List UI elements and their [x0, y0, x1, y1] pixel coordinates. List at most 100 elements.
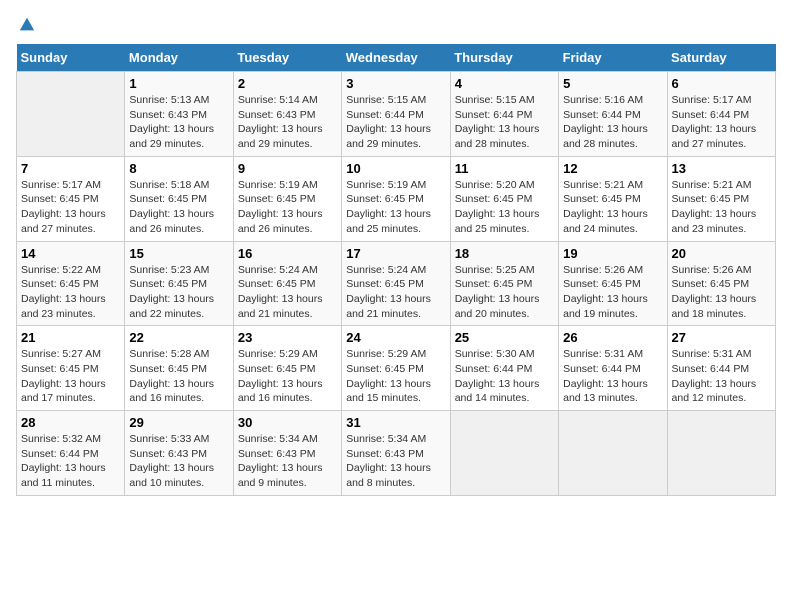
- day-cell: 30 Sunrise: 5:34 AMSunset: 6:43 PMDayligh…: [233, 411, 341, 496]
- day-info: Sunrise: 5:13 AMSunset: 6:43 PMDaylight:…: [129, 93, 228, 152]
- day-number: 10: [346, 161, 445, 176]
- day-info: Sunrise: 5:31 AMSunset: 6:44 PMDaylight:…: [672, 347, 771, 406]
- week-row-4: 21 Sunrise: 5:27 AMSunset: 6:45 PMDayligh…: [17, 326, 776, 411]
- day-cell: 1 Sunrise: 5:13 AMSunset: 6:43 PMDaylight…: [125, 72, 233, 157]
- day-number: 18: [455, 246, 554, 261]
- day-number: 12: [563, 161, 662, 176]
- day-cell: 23 Sunrise: 5:29 AMSunset: 6:45 PMDayligh…: [233, 326, 341, 411]
- day-info: Sunrise: 5:29 AMSunset: 6:45 PMDaylight:…: [238, 347, 337, 406]
- day-info: Sunrise: 5:27 AMSunset: 6:45 PMDaylight:…: [21, 347, 120, 406]
- day-number: 8: [129, 161, 228, 176]
- day-cell: 11 Sunrise: 5:20 AMSunset: 6:45 PMDayligh…: [450, 156, 558, 241]
- day-cell: 25 Sunrise: 5:30 AMSunset: 6:44 PMDayligh…: [450, 326, 558, 411]
- day-cell: [667, 411, 775, 496]
- day-info: Sunrise: 5:29 AMSunset: 6:45 PMDaylight:…: [346, 347, 445, 406]
- week-row-2: 7Sunrise: 5:17 AMSunset: 6:45 PMDaylight…: [17, 156, 776, 241]
- day-number: 11: [455, 161, 554, 176]
- day-cell: 2 Sunrise: 5:14 AMSunset: 6:43 PMDaylight…: [233, 72, 341, 157]
- day-cell: 31 Sunrise: 5:34 AMSunset: 6:43 PMDayligh…: [342, 411, 450, 496]
- day-info: Sunrise: 5:30 AMSunset: 6:44 PMDaylight:…: [455, 347, 554, 406]
- day-number: 21: [21, 330, 120, 345]
- day-cell: [450, 411, 558, 496]
- week-row-3: 14 Sunrise: 5:22 AMSunset: 6:45 PMDayligh…: [17, 241, 776, 326]
- day-cell: 13Sunrise: 5:21 AMSunset: 6:45 PMDayligh…: [667, 156, 775, 241]
- day-cell: 26 Sunrise: 5:31 AMSunset: 6:44 PMDayligh…: [559, 326, 667, 411]
- day-number: 3: [346, 76, 445, 91]
- page-header: [16, 16, 776, 34]
- day-cell: 28 Sunrise: 5:32 AMSunset: 6:44 PMDayligh…: [17, 411, 125, 496]
- day-info: Sunrise: 5:33 AMSunset: 6:43 PMDaylight:…: [129, 432, 228, 491]
- day-cell: 24 Sunrise: 5:29 AMSunset: 6:45 PMDayligh…: [342, 326, 450, 411]
- day-info: Sunrise: 5:15 AMSunset: 6:44 PMDaylight:…: [455, 93, 554, 152]
- day-cell: 20 Sunrise: 5:26 AMSunset: 6:45 PMDayligh…: [667, 241, 775, 326]
- day-number: 19: [563, 246, 662, 261]
- day-cell: 6 Sunrise: 5:17 AMSunset: 6:44 PMDaylight…: [667, 72, 775, 157]
- column-header-saturday: Saturday: [667, 44, 775, 72]
- day-cell: 7Sunrise: 5:17 AMSunset: 6:45 PMDaylight…: [17, 156, 125, 241]
- column-header-friday: Friday: [559, 44, 667, 72]
- day-info: Sunrise: 5:25 AMSunset: 6:45 PMDaylight:…: [455, 263, 554, 322]
- day-number: 15: [129, 246, 228, 261]
- day-info: Sunrise: 5:34 AMSunset: 6:43 PMDaylight:…: [238, 432, 337, 491]
- column-header-thursday: Thursday: [450, 44, 558, 72]
- day-cell: 29 Sunrise: 5:33 AMSunset: 6:43 PMDayligh…: [125, 411, 233, 496]
- day-number: 31: [346, 415, 445, 430]
- day-info: Sunrise: 5:31 AMSunset: 6:44 PMDaylight:…: [563, 347, 662, 406]
- day-cell: 19 Sunrise: 5:26 AMSunset: 6:45 PMDayligh…: [559, 241, 667, 326]
- day-info: Sunrise: 5:26 AMSunset: 6:45 PMDaylight:…: [672, 263, 771, 322]
- day-number: 9: [238, 161, 337, 176]
- day-number: 4: [455, 76, 554, 91]
- day-number: 17: [346, 246, 445, 261]
- day-number: 28: [21, 415, 120, 430]
- day-info: Sunrise: 5:19 AMSunset: 6:45 PMDaylight:…: [346, 178, 445, 237]
- day-cell: 15 Sunrise: 5:23 AMSunset: 6:45 PMDayligh…: [125, 241, 233, 326]
- day-cell: 12 Sunrise: 5:21 AMSunset: 6:45 PMDayligh…: [559, 156, 667, 241]
- day-info: Sunrise: 5:16 AMSunset: 6:44 PMDaylight:…: [563, 93, 662, 152]
- day-number: 23: [238, 330, 337, 345]
- day-number: 27: [672, 330, 771, 345]
- day-cell: [17, 72, 125, 157]
- day-number: 1: [129, 76, 228, 91]
- day-cell: 3 Sunrise: 5:15 AMSunset: 6:44 PMDaylight…: [342, 72, 450, 157]
- day-number: 24: [346, 330, 445, 345]
- day-info: Sunrise: 5:21 AMSunset: 6:45 PMDaylight:…: [563, 178, 662, 237]
- day-number: 25: [455, 330, 554, 345]
- day-info: Sunrise: 5:26 AMSunset: 6:45 PMDaylight:…: [563, 263, 662, 322]
- day-cell: 8 Sunrise: 5:18 AMSunset: 6:45 PMDaylight…: [125, 156, 233, 241]
- day-info: Sunrise: 5:21 AMSunset: 6:45 PMDaylight:…: [672, 178, 771, 237]
- day-cell: 9 Sunrise: 5:19 AMSunset: 6:45 PMDaylight…: [233, 156, 341, 241]
- logo: [16, 16, 40, 34]
- day-info: Sunrise: 5:22 AMSunset: 6:45 PMDaylight:…: [21, 263, 120, 322]
- day-info: Sunrise: 5:24 AMSunset: 6:45 PMDaylight:…: [346, 263, 445, 322]
- day-info: Sunrise: 5:32 AMSunset: 6:44 PMDaylight:…: [21, 432, 120, 491]
- column-header-wednesday: Wednesday: [342, 44, 450, 72]
- day-info: Sunrise: 5:18 AMSunset: 6:45 PMDaylight:…: [129, 178, 228, 237]
- day-cell: 27 Sunrise: 5:31 AMSunset: 6:44 PMDayligh…: [667, 326, 775, 411]
- day-number: 22: [129, 330, 228, 345]
- column-header-tuesday: Tuesday: [233, 44, 341, 72]
- day-info: Sunrise: 5:24 AMSunset: 6:45 PMDaylight:…: [238, 263, 337, 322]
- day-info: Sunrise: 5:23 AMSunset: 6:45 PMDaylight:…: [129, 263, 228, 322]
- day-number: 7: [21, 161, 120, 176]
- column-header-sunday: Sunday: [17, 44, 125, 72]
- day-number: 20: [672, 246, 771, 261]
- day-cell: 18 Sunrise: 5:25 AMSunset: 6:45 PMDayligh…: [450, 241, 558, 326]
- logo-icon: [18, 16, 36, 34]
- day-number: 30: [238, 415, 337, 430]
- day-number: 26: [563, 330, 662, 345]
- day-number: 16: [238, 246, 337, 261]
- day-cell: 4 Sunrise: 5:15 AMSunset: 6:44 PMDaylight…: [450, 72, 558, 157]
- day-info: Sunrise: 5:15 AMSunset: 6:44 PMDaylight:…: [346, 93, 445, 152]
- day-info: Sunrise: 5:19 AMSunset: 6:45 PMDaylight:…: [238, 178, 337, 237]
- day-number: 2: [238, 76, 337, 91]
- day-number: 29: [129, 415, 228, 430]
- day-cell: 16 Sunrise: 5:24 AMSunset: 6:45 PMDayligh…: [233, 241, 341, 326]
- day-info: Sunrise: 5:34 AMSunset: 6:43 PMDaylight:…: [346, 432, 445, 491]
- day-cell: 14 Sunrise: 5:22 AMSunset: 6:45 PMDayligh…: [17, 241, 125, 326]
- day-info: Sunrise: 5:20 AMSunset: 6:45 PMDaylight:…: [455, 178, 554, 237]
- day-number: 5: [563, 76, 662, 91]
- day-number: 6: [672, 76, 771, 91]
- day-number: 14: [21, 246, 120, 261]
- day-info: Sunrise: 5:17 AMSunset: 6:44 PMDaylight:…: [672, 93, 771, 152]
- day-info: Sunrise: 5:14 AMSunset: 6:43 PMDaylight:…: [238, 93, 337, 152]
